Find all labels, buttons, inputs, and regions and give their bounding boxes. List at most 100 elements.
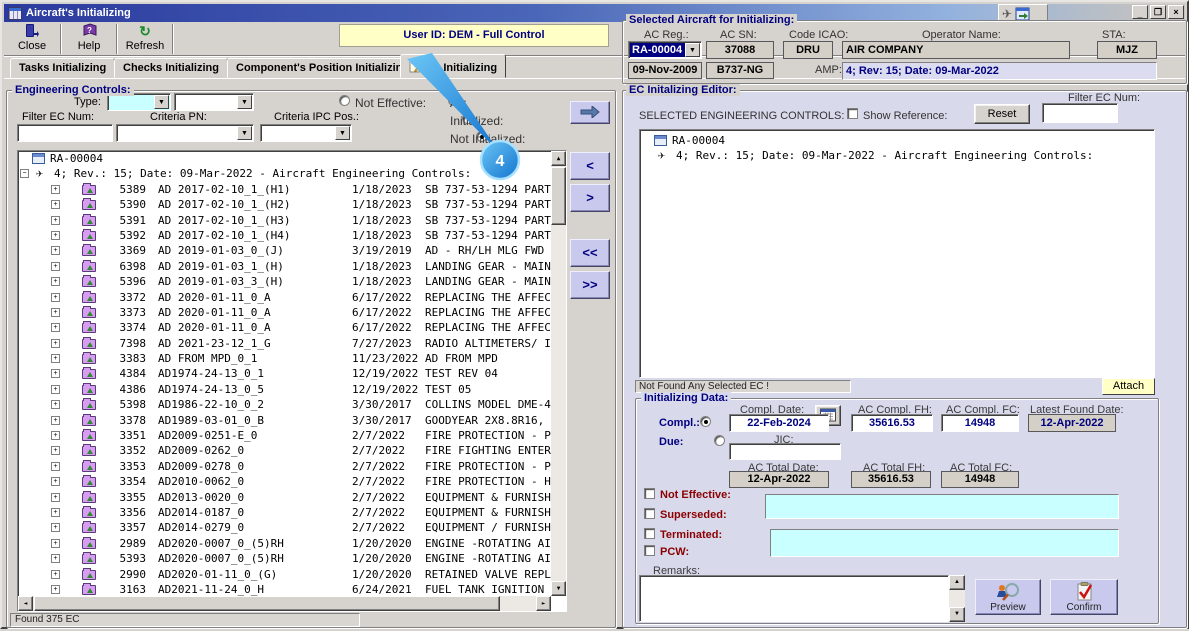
scroll-down-button[interactable]: ▼: [551, 581, 566, 596]
chevron-down-icon[interactable]: ▼: [237, 126, 252, 140]
tree-row[interactable]: +4384AD1974-24-13_0_112/19/2022TEST REV …: [18, 366, 551, 381]
chevron-down-icon[interactable]: ▼: [154, 95, 169, 109]
expand-icon[interactable]: +: [51, 246, 60, 255]
tree-row[interactable]: +7398AD 2021-23-12_1_G7/27/2023RADIO ALT…: [18, 336, 551, 351]
tree-root-row[interactable]: RA-00004: [640, 133, 1154, 148]
remarks-scrollbar[interactable]: ▲ ▼: [949, 575, 965, 622]
move-left-button[interactable]: <: [570, 152, 610, 180]
tree-row[interactable]: +3355AD2013-0020_02/7/2022EQUIPMENT & FU…: [18, 490, 551, 505]
close-window-button[interactable]: ×: [1168, 5, 1184, 19]
tree-row[interactable]: +2989AD2020-0007_0_(5)RH1/20/2020ENGINE …: [18, 536, 551, 551]
export-window-icon[interactable]: [1015, 7, 1031, 21]
tree-row[interactable]: +5389AD 2017-02-10_1_(H1)1/18/2023SB 737…: [18, 182, 551, 197]
criteria-ipc-combo[interactable]: ▼: [260, 124, 352, 142]
tree-row[interactable]: +3357AD2014-0279_02/7/2022EQUIPMENT / FU…: [18, 520, 551, 535]
tree-row[interactable]: +2990AD2020-01-11_0_(G)1/20/2020RETAINED…: [18, 567, 551, 582]
terminated-checkbox[interactable]: [644, 528, 655, 539]
tree-row[interactable]: +5392AD 2017-02-10_1_(H4)1/18/2023SB 737…: [18, 228, 551, 243]
tree-row[interactable]: +5391AD 2017-02-10_1_(H3)1/18/2023SB 737…: [18, 213, 551, 228]
expand-icon[interactable]: +: [51, 231, 60, 240]
superseded-checkbox[interactable]: [644, 508, 655, 519]
not-effective-radio[interactable]: [339, 95, 350, 106]
chevron-down-icon[interactable]: ▼: [335, 126, 350, 140]
pcw-field[interactable]: [770, 529, 1119, 557]
expand-icon[interactable]: +: [51, 262, 60, 271]
expand-icon[interactable]: +: [51, 431, 60, 440]
tree-row[interactable]: +4386AD1974-24-13_0_512/19/2022TEST 05: [18, 382, 551, 397]
expand-icon[interactable]: +: [51, 508, 60, 517]
tree-row[interactable]: +5390AD 2017-02-10_1_(H2)1/18/2023SB 737…: [18, 197, 551, 212]
scroll-down-button[interactable]: ▼: [949, 607, 965, 622]
tree-row[interactable]: +3383AD FROM MPD_0_111/23/2022AD FROM MP…: [18, 351, 551, 366]
ac-reg-combo[interactable]: RA-00004 ▼: [628, 41, 702, 59]
minimize-button[interactable]: _: [1132, 5, 1148, 19]
tab-tasks-initializing[interactable]: Tasks Initializing: [10, 58, 115, 78]
expand-icon[interactable]: +: [51, 185, 60, 194]
type-value-combo[interactable]: ▼: [174, 93, 254, 111]
tree-row[interactable]: +3352AD2009-0262_02/7/2022FIRE FIGHTING …: [18, 443, 551, 458]
tree-row[interactable]: +3378AD1989-03-01_0_B3/30/2017GOODYEAR 2…: [18, 413, 551, 428]
jic-input[interactable]: [729, 443, 841, 460]
expand-icon[interactable]: +: [51, 216, 60, 225]
scroll-left-button[interactable]: ◄: [18, 596, 33, 611]
horizontal-scrollbar[interactable]: ◄ ►: [18, 596, 551, 611]
pcw-checkbox[interactable]: [644, 545, 655, 556]
superseded-field[interactable]: [765, 494, 1119, 519]
vertical-scrollbar[interactable]: ▲ ▼: [551, 151, 566, 596]
tree-row[interactable]: +6398AD 2019-01-03_1_(H)1/18/2023LANDING…: [18, 259, 551, 274]
expand-icon[interactable]: +: [51, 462, 60, 471]
expand-icon[interactable]: +: [51, 539, 60, 548]
expand-icon[interactable]: +: [51, 339, 60, 348]
expand-icon[interactable]: +: [51, 446, 60, 455]
tree-amp-row[interactable]: − ✈ 4; Rev.: 15; Date: 09-Mar-2022 - Air…: [18, 166, 551, 181]
tree-root-row[interactable]: RA-00004: [18, 151, 551, 166]
collapse-icon[interactable]: −: [20, 169, 29, 178]
ac-compl-fc-field[interactable]: 14948: [941, 414, 1019, 432]
expand-icon[interactable]: +: [51, 385, 60, 394]
preview-button[interactable]: Preview: [975, 579, 1041, 615]
plane-icon[interactable]: ✈: [1002, 7, 1012, 21]
expand-icon[interactable]: +: [51, 570, 60, 579]
chevron-down-icon[interactable]: ▼: [237, 95, 252, 109]
tree-amp-row[interactable]: ✈ 4; Rev.: 15; Date: 09-Mar-2022 - Aircr…: [640, 148, 1154, 163]
tab-components-position-initializing[interactable]: Component's Position Initializing: [227, 58, 418, 78]
tree-row[interactable]: +3373AD 2020-01-11_0_A6/17/2022REPLACING…: [18, 305, 551, 320]
expand-icon[interactable]: +: [51, 523, 60, 532]
confirm-button[interactable]: Confirm: [1050, 579, 1118, 615]
criteria-pn-combo[interactable]: ▼: [116, 124, 254, 142]
expand-icon[interactable]: +: [51, 400, 60, 409]
expand-icon[interactable]: +: [51, 554, 60, 563]
expand-icon[interactable]: +: [51, 477, 60, 486]
remarks-textarea[interactable]: [639, 575, 949, 622]
expand-icon[interactable]: +: [51, 369, 60, 378]
editor-filter-ec-input[interactable]: [1042, 103, 1118, 123]
scroll-up-button[interactable]: ▲: [949, 575, 965, 590]
expand-icon[interactable]: +: [51, 277, 60, 286]
tree-row[interactable]: +3351AD2009-0251-E_02/7/2022FIRE PROTECT…: [18, 428, 551, 443]
filter-ec-num-input[interactable]: [17, 124, 113, 142]
tree-row[interactable]: +3374AD 2020-01-11_0_A6/17/2022REPLACING…: [18, 320, 551, 335]
close-button[interactable]: Close: [5, 23, 59, 54]
expand-icon[interactable]: +: [51, 585, 60, 594]
help-button[interactable]: ? Help: [62, 23, 116, 54]
move-right-arrow-button[interactable]: [570, 101, 610, 124]
tree-row[interactable]: +5393AD2020-0007_0_(5)RH1/20/2020ENGINE …: [18, 551, 551, 566]
horizontal-scroll-thumb[interactable]: [34, 596, 500, 611]
restore-button[interactable]: ❐: [1150, 5, 1166, 19]
refresh-button[interactable]: ↻ Refresh: [118, 23, 172, 54]
tree-row[interactable]: +3372AD 2020-01-11_0_A6/17/2022REPLACING…: [18, 290, 551, 305]
tree-row[interactable]: +3353AD2009-0278_02/7/2022FIRE PROTECTIO…: [18, 459, 551, 474]
expand-icon[interactable]: +: [51, 493, 60, 502]
compl-date-field[interactable]: 22-Feb-2024: [729, 414, 829, 432]
expand-icon[interactable]: +: [51, 293, 60, 302]
tree-row[interactable]: +5396AD 2019-01-03_3_(H)1/18/2023LANDING…: [18, 274, 551, 289]
expand-icon[interactable]: +: [51, 200, 60, 209]
expand-icon[interactable]: +: [51, 416, 60, 425]
expand-icon[interactable]: +: [51, 354, 60, 363]
not-effective-checkbox[interactable]: [644, 488, 655, 499]
tree-row[interactable]: +5398AD1986-22-10_0_23/30/2017COLLINS MO…: [18, 397, 551, 412]
tree-row[interactable]: +3354AD2010-0062_02/7/2022FIRE PROTECTIO…: [18, 474, 551, 489]
attach-button[interactable]: Attach: [1102, 378, 1155, 395]
chevron-down-icon[interactable]: ▼: [685, 43, 700, 57]
expand-icon[interactable]: +: [51, 308, 60, 317]
